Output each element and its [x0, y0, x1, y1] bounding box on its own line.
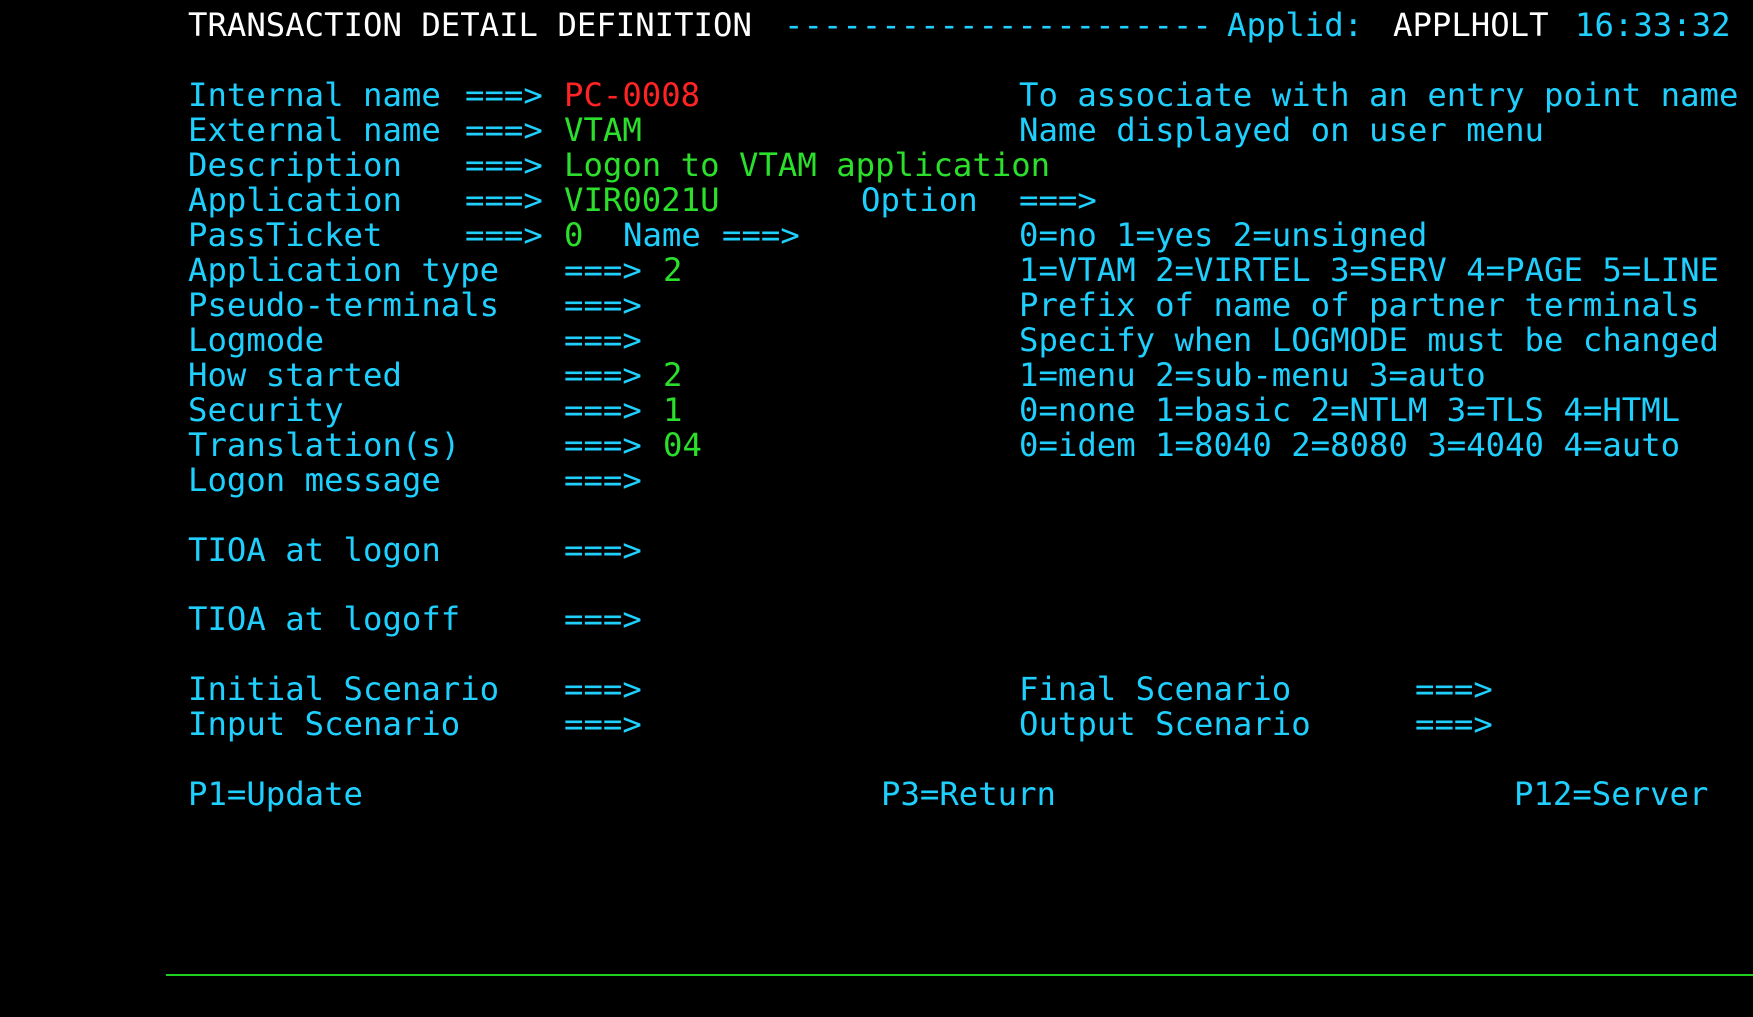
- output-scenario-label: Output Scenario: [1019, 705, 1311, 743]
- passticket-field[interactable]: 0: [564, 216, 584, 255]
- how-started-field[interactable]: 2: [663, 356, 683, 395]
- final-scenario-label: Final Scenario: [1019, 670, 1292, 708]
- row-external-name: External name ===> VTAM Name displayed o…: [188, 111, 1544, 150]
- initial-scenario-field[interactable]: [663, 670, 683, 709]
- passticket-name-field[interactable]: [821, 216, 841, 255]
- row-how-started: How started ===> 2 1=menu 2=sub-menu 3=a…: [188, 356, 1486, 395]
- application-type-arrow: ===>: [564, 251, 642, 289]
- logon-message-arrow: ===>: [564, 461, 642, 499]
- security-help: 0=none 1=basic 2=NTLM 3=TLS 4=HTML: [1019, 391, 1681, 429]
- final-scenario-arrow: ===>: [1415, 670, 1493, 708]
- passticket-name-arrow: ===>: [722, 216, 800, 254]
- internal-name-arrow: ===>: [465, 76, 543, 114]
- passticket-name-label: Name: [623, 216, 701, 254]
- screen-title: TRANSACTION DETAIL DEFINITION: [188, 6, 752, 44]
- how-started-arrow: ===>: [564, 356, 642, 394]
- pf1-update-key[interactable]: P1=Update: [188, 775, 363, 814]
- status-separator-line: [166, 974, 1753, 976]
- initial-scenario-arrow: ===>: [564, 670, 642, 708]
- description-field[interactable]: Logon to VTAM application: [564, 146, 1050, 185]
- description-label: Description: [188, 146, 402, 184]
- application-type-help: 1=VTAM 2=VIRTEL 3=SERV 4=PAGE 5=LINE: [1019, 251, 1719, 289]
- clock-time: 16:33:32: [1575, 6, 1731, 44]
- terminal-screen: TRANSACTION DETAIL DEFINITION ----------…: [0, 0, 1753, 980]
- pfkey-row: P1=Update P3=Return P12=Server: [188, 775, 1708, 814]
- row-logmode: Logmode ===> Specify when LOGMODE must b…: [188, 321, 1719, 360]
- tioa-logon-field[interactable]: [663, 531, 683, 570]
- pf3-return-key[interactable]: P3=Return: [881, 775, 1056, 814]
- passticket-help: 0=no 1=yes 2=unsigned: [1019, 216, 1428, 254]
- translations-help: 0=idem 1=8040 2=8080 3=4040 4=auto: [1019, 426, 1681, 464]
- row-passticket: PassTicket ===> 0 Name ===> 0=no 1=yes 2…: [188, 216, 1427, 255]
- row-application: Application ===> VIR0021U Option ===>: [188, 181, 1097, 220]
- external-name-field[interactable]: VTAM: [564, 111, 642, 150]
- passticket-arrow: ===>: [465, 216, 543, 254]
- row-pseudo-terminals: Pseudo-terminals ===> Prefix of name of …: [188, 286, 1700, 325]
- logmode-field[interactable]: [663, 321, 683, 360]
- final-scenario-field[interactable]: [1514, 670, 1534, 709]
- row-description: Description ===> Logon to VTAM applicati…: [188, 146, 1050, 185]
- tioa-logon-label: TIOA at logon: [188, 531, 441, 569]
- pf12-server-key[interactable]: P12=Server: [1514, 775, 1708, 814]
- security-label: Security: [188, 391, 344, 429]
- pseudo-terminals-label: Pseudo-terminals: [188, 286, 500, 324]
- description-arrow: ===>: [465, 146, 543, 184]
- application-type-label: Application type: [188, 251, 500, 289]
- security-field[interactable]: 1: [663, 391, 683, 430]
- logmode-arrow: ===>: [564, 321, 642, 359]
- translations-arrow: ===>: [564, 426, 642, 464]
- pseudo-terminals-field[interactable]: [663, 286, 683, 325]
- applid-label: Applid:: [1227, 6, 1364, 44]
- row-tioa-logon: TIOA at logon ===>: [188, 531, 642, 570]
- applid-value: APPLHOLT: [1393, 6, 1549, 44]
- application-type-field[interactable]: 2: [663, 251, 683, 290]
- initial-scenario-label: Initial Scenario: [188, 670, 500, 708]
- external-name-arrow: ===>: [465, 111, 543, 149]
- output-scenario-field[interactable]: [1514, 705, 1534, 744]
- tioa-logoff-label: TIOA at logoff: [188, 600, 461, 638]
- row-initial-final-scenario: Initial Scenario ===> Final Scenario ===…: [188, 670, 1493, 709]
- option-arrow: ===>: [1019, 181, 1097, 219]
- header-dashes: ----------------------: [784, 6, 1212, 44]
- tioa-logoff-arrow: ===>: [564, 600, 642, 638]
- passticket-label: PassTicket: [188, 216, 383, 254]
- translations-label: Translation(s): [188, 426, 461, 464]
- how-started-label: How started: [188, 356, 402, 394]
- pseudo-terminals-help: Prefix of name of partner terminals: [1019, 286, 1700, 324]
- logmode-help: Specify when LOGMODE must be changed: [1019, 321, 1719, 359]
- row-translations: Translation(s) ===> 04 0=idem 1=8040 2=8…: [188, 426, 1680, 465]
- how-started-help: 1=menu 2=sub-menu 3=auto: [1019, 356, 1486, 394]
- row-logon-message: Logon message ===>: [188, 461, 642, 500]
- row-application-type: Application type ===> 2 1=VTAM 2=VIRTEL …: [188, 251, 1719, 290]
- pseudo-terminals-arrow: ===>: [564, 286, 642, 324]
- internal-name-help: To associate with an entry point name: [1019, 76, 1739, 114]
- input-scenario-field[interactable]: [663, 705, 683, 744]
- application-arrow: ===>: [465, 181, 543, 219]
- row-input-output-scenario: Input Scenario ===> Output Scenario ===>: [188, 705, 1493, 744]
- tioa-logoff-field[interactable]: [663, 600, 683, 639]
- header-row: TRANSACTION DETAIL DEFINITION ----------…: [188, 6, 1731, 45]
- application-label: Application: [188, 181, 402, 219]
- option-label: Option: [861, 181, 978, 219]
- external-name-label: External name: [188, 111, 441, 149]
- logmode-label: Logmode: [188, 321, 325, 359]
- translations-field[interactable]: 04: [663, 426, 702, 465]
- tioa-logon-arrow: ===>: [564, 531, 642, 569]
- security-arrow: ===>: [564, 391, 642, 429]
- application-field[interactable]: VIR0021U: [564, 181, 720, 220]
- output-scenario-arrow: ===>: [1415, 705, 1493, 743]
- external-name-help: Name displayed on user menu: [1019, 111, 1544, 149]
- logon-message-field[interactable]: [663, 461, 683, 500]
- logon-message-label: Logon message: [188, 461, 441, 499]
- row-security: Security ===> 1 0=none 1=basic 2=NTLM 3=…: [188, 391, 1680, 430]
- internal-name-field[interactable]: PC-0008: [564, 76, 700, 115]
- row-internal-name: Internal name ===> PC-0008 To associate …: [188, 76, 1738, 115]
- option-field[interactable]: [1118, 181, 1138, 220]
- row-tioa-logoff: TIOA at logoff ===>: [188, 600, 642, 639]
- input-scenario-arrow: ===>: [564, 705, 642, 743]
- input-scenario-label: Input Scenario: [188, 705, 461, 743]
- internal-name-label: Internal name: [188, 76, 441, 114]
